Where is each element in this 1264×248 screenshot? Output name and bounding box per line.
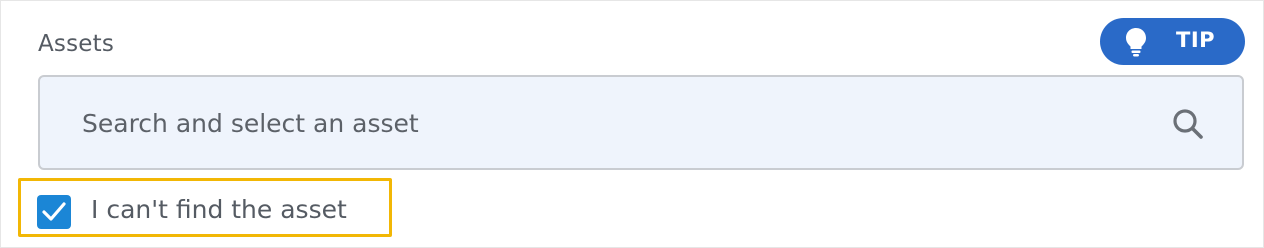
cant-find-asset-label[interactable]: I can't find the asset [91,195,347,224]
cant-find-asset-option[interactable]: I can't find the asset [18,178,392,237]
assets-form-panel: Assets TIP I can't find the asset [0,0,1264,248]
tip-button[interactable]: TIP [1100,18,1245,65]
asset-search-input[interactable] [82,101,1132,145]
search-icon[interactable] [1171,107,1205,141]
cant-find-asset-checkbox[interactable] [37,195,71,229]
tip-button-label: TIP [1176,28,1216,52]
lightbulb-icon [1125,27,1147,57]
asset-search-box[interactable] [38,75,1244,170]
assets-field-label: Assets [38,31,115,57]
